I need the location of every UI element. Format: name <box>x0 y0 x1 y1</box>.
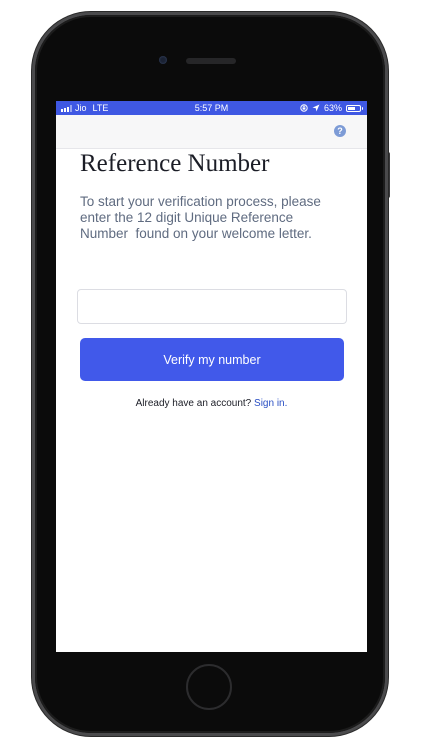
status-bar: Jio LTE 5:57 PM 63% <box>56 101 367 115</box>
power-button <box>386 152 390 198</box>
location-arrow-icon <box>312 104 320 112</box>
account-prompt: Already have an account? <box>135 398 252 409</box>
battery-percent: 63% <box>323 103 342 113</box>
signin-link[interactable]: Sign in. <box>254 398 287 409</box>
battery-fill <box>348 106 355 110</box>
page-title: Reference Number <box>80 150 270 177</box>
home-button[interactable] <box>186 664 232 710</box>
earpiece-speaker <box>186 58 236 64</box>
screen-lock-icon <box>300 104 308 112</box>
phone-screen: Jio LTE 5:57 PM 63% ? Reference Number T… <box>56 101 367 652</box>
signin-row: Already have an account? Sign in. <box>56 398 367 409</box>
page-description: To start your verification process, plea… <box>80 194 325 241</box>
help-icon[interactable]: ? <box>334 125 346 137</box>
battery-icon <box>346 104 363 112</box>
front-camera <box>159 56 167 64</box>
reference-number-input[interactable] <box>77 289 347 324</box>
status-right: 63% <box>300 101 363 115</box>
navigation-bar: ? <box>56 115 367 149</box>
verify-number-button[interactable]: Verify my number <box>80 338 344 381</box>
